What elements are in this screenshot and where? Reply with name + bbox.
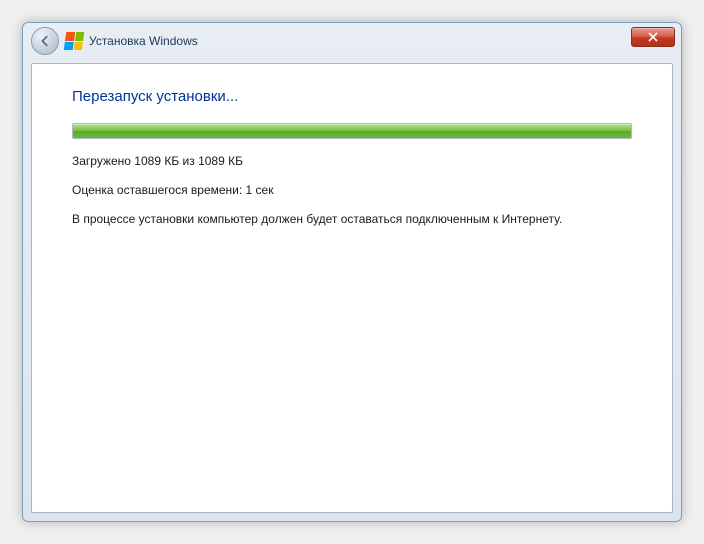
close-icon [648, 32, 658, 42]
connection-note: В процессе установки компьютер должен бу… [72, 211, 632, 228]
close-button[interactable] [631, 27, 675, 47]
content-area: Перезапуск установки... Загружено 1089 К… [31, 63, 673, 513]
installer-window: Установка Windows Перезапуск установки..… [22, 22, 682, 522]
titlebar: Установка Windows [23, 23, 681, 59]
page-heading: Перезапуск установки... [72, 88, 632, 105]
back-arrow-icon [38, 34, 52, 48]
progress-fill [73, 124, 631, 138]
download-status: Загружено 1089 КБ из 1089 КБ [72, 153, 632, 170]
time-remaining: Оценка оставшегося времени: 1 сек [72, 182, 632, 199]
windows-logo-icon [64, 32, 85, 50]
back-button[interactable] [31, 27, 59, 55]
window-title: Установка Windows [89, 34, 198, 48]
progress-bar [72, 123, 632, 139]
